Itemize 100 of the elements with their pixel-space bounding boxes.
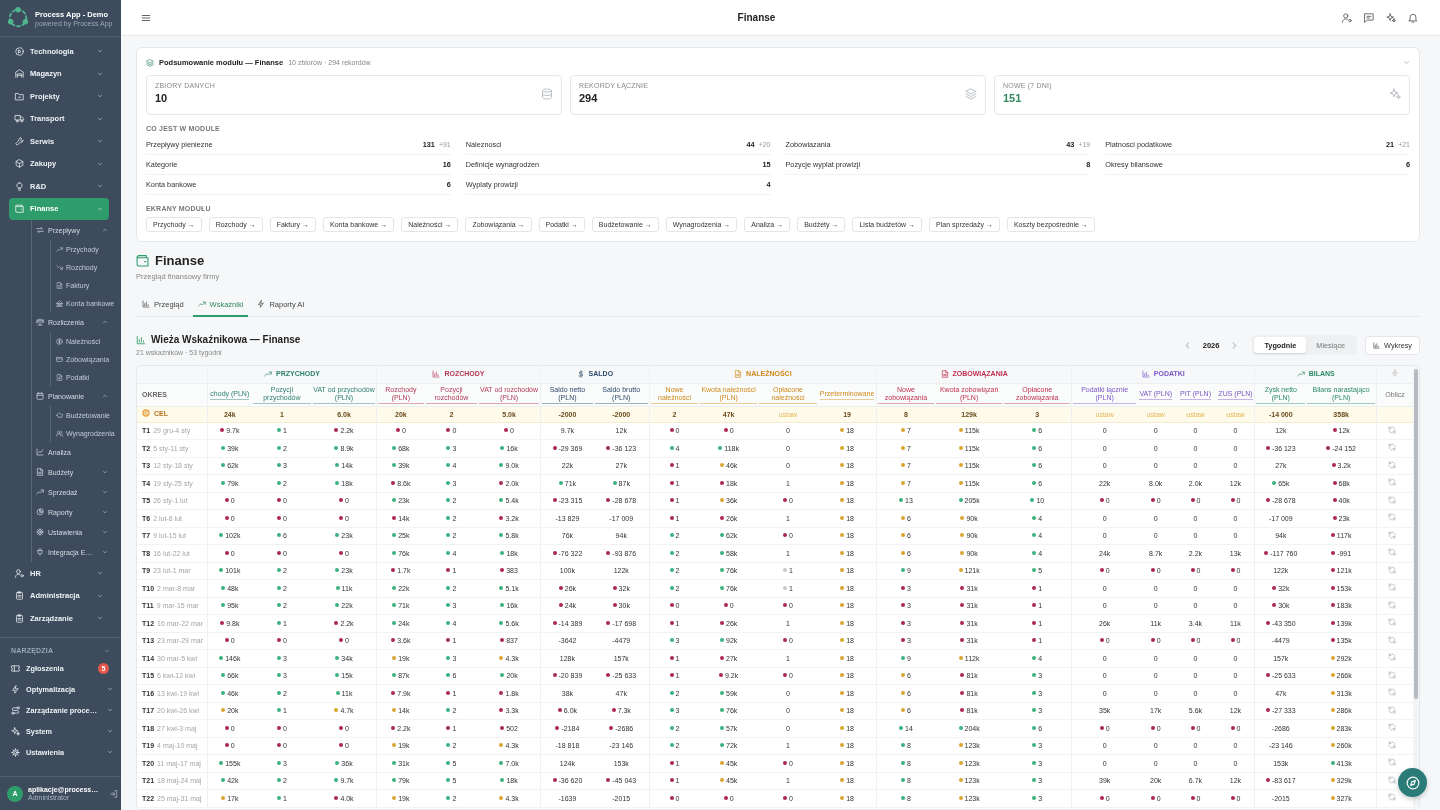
chevron-down-icon[interactable]: [97, 93, 103, 100]
stat-value: 294: [579, 92, 599, 104]
lightning-icon: [1391, 369, 1400, 378]
chevron-down-icon[interactable]: [97, 570, 103, 577]
scale-icon: [36, 318, 44, 326]
logo-icon: [7, 7, 29, 29]
chevron-down-icon[interactable]: [102, 549, 108, 555]
chevron-down-icon[interactable]: [97, 138, 103, 145]
trend-up-icon: [263, 369, 272, 378]
chevron-down-icon[interactable]: [102, 509, 108, 515]
trend-up-icon: [1296, 369, 1305, 378]
lightbulb-icon: [15, 181, 24, 191]
chevron-down-icon[interactable]: [97, 615, 103, 622]
chevron-right-icon[interactable]: [1231, 341, 1239, 349]
stat-value: 151: [1003, 92, 1023, 104]
chevron-down-icon[interactable]: [97, 183, 103, 190]
file-plus-icon: [56, 373, 63, 381]
bank-icon: [56, 299, 63, 307]
wallet-icon: [136, 253, 149, 267]
refresh-icon[interactable]: [1387, 530, 1396, 539]
warehouse-icon: [15, 69, 24, 79]
refresh-icon[interactable]: [1387, 513, 1396, 522]
menu-icon[interactable]: [141, 12, 151, 23]
topbar-title: Finanse: [737, 12, 776, 23]
bar-chart-icon: [432, 369, 441, 378]
calendar-icon: [36, 392, 44, 400]
chevron-down-icon[interactable]: [97, 592, 103, 599]
chevron-down-icon[interactable]: [97, 160, 103, 167]
gear-icon: [36, 528, 44, 536]
chevron-down-icon[interactable]: [1403, 59, 1410, 66]
ticket-icon: [11, 663, 20, 673]
refresh-icon[interactable]: [1387, 793, 1396, 802]
trend-up-icon: [197, 300, 206, 308]
chevron-down-icon[interactable]: [107, 686, 113, 692]
chevron-left-icon[interactable]: [1183, 341, 1191, 349]
trend-up-icon: [36, 488, 44, 496]
refresh-icon[interactable]: [1387, 478, 1396, 487]
refresh-icon[interactable]: [1387, 583, 1396, 592]
bell-icon[interactable]: [1408, 12, 1418, 23]
document-icon: [56, 281, 63, 289]
message-icon[interactable]: [1364, 12, 1374, 23]
trend-down-icon: [56, 263, 63, 271]
chevron-down-icon[interactable]: [107, 707, 113, 713]
user-icon[interactable]: [1342, 12, 1352, 23]
layers-icon: [146, 58, 154, 67]
refresh-icon[interactable]: [1387, 705, 1396, 714]
refresh-icon[interactable]: [1387, 775, 1396, 784]
chevron-up-icon[interactable]: [102, 227, 108, 233]
sparkle-icon[interactable]: [1386, 12, 1396, 23]
trend-up-icon: [56, 245, 63, 253]
refresh-icon[interactable]: [1387, 740, 1396, 749]
refresh-icon[interactable]: [1387, 688, 1396, 697]
bar-chart-icon: [136, 334, 146, 345]
compass-icon: [1405, 775, 1420, 790]
chevron-up-icon[interactable]: [97, 205, 103, 212]
chevron-down-icon[interactable]: [97, 70, 103, 77]
sparkle-icon: [11, 726, 20, 736]
refresh-icon[interactable]: [1387, 425, 1396, 434]
refresh-icon[interactable]: [1387, 495, 1396, 504]
lightning-icon: [11, 684, 20, 694]
refresh-icon[interactable]: [1387, 758, 1396, 767]
lightning-icon: [257, 300, 266, 308]
refresh-icon[interactable]: [1387, 635, 1396, 644]
chevron-down-icon[interactable]: [102, 529, 108, 535]
scrollbar-thumb[interactable]: [1414, 369, 1418, 699]
chevron-down-icon[interactable]: [102, 489, 108, 495]
line-chart-icon: [36, 448, 44, 456]
clipboard-icon: [15, 591, 24, 601]
refresh-icon[interactable]: [1387, 548, 1396, 557]
chevron-down-icon[interactable]: [107, 749, 113, 755]
chevron-down-icon[interactable]: [102, 469, 108, 475]
refresh-icon[interactable]: [1387, 600, 1396, 609]
chevron-down-icon[interactable]: [97, 115, 103, 122]
database-icon: [541, 88, 553, 100]
user-icon: [15, 568, 24, 578]
clipboard-icon: [15, 613, 24, 623]
card-icon: [56, 355, 63, 363]
target-icon: [142, 409, 150, 418]
chevron-up-icon[interactable]: [102, 393, 108, 399]
gear-icon: [11, 747, 20, 757]
chevron-up-icon[interactable]: [102, 319, 108, 325]
chevron-down-icon[interactable]: [97, 48, 103, 55]
refresh-icon[interactable]: [1387, 565, 1396, 574]
stat-value: 10: [155, 92, 169, 104]
refresh-icon[interactable]: [1387, 653, 1396, 662]
chevron-down-icon[interactable]: [104, 647, 110, 654]
layers-icon: [965, 88, 977, 100]
refresh-icon[interactable]: [1387, 670, 1396, 679]
arrows-icon: [36, 226, 44, 234]
document-icon: [940, 369, 949, 378]
refresh-icon[interactable]: [1387, 460, 1396, 469]
cube-icon: [15, 159, 24, 169]
refresh-icon[interactable]: [1387, 443, 1396, 452]
logout-icon[interactable]: [110, 789, 118, 798]
sparkle-icon: [1389, 88, 1401, 100]
chevron-down-icon[interactable]: [107, 728, 113, 734]
play-circle-icon: [15, 46, 24, 56]
refresh-icon[interactable]: [1387, 723, 1396, 732]
bar-chart-icon: [142, 300, 150, 308]
refresh-icon[interactable]: [1387, 618, 1396, 627]
